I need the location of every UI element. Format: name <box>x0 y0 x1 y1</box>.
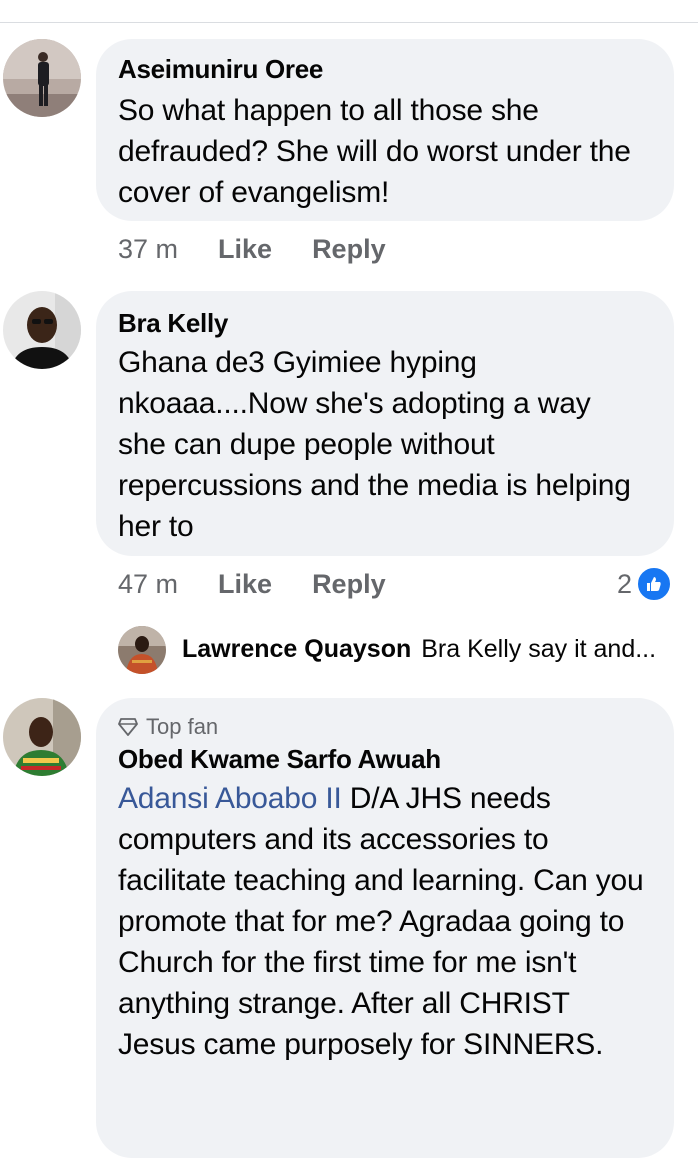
comment-bubble: Top fan Obed Kwame Sarfo Awuah Adansi Ab… <box>96 698 674 1158</box>
avatar-aseimuniru-oree[interactable] <box>3 39 81 117</box>
reply-text: Bra Kelly say it and... <box>421 635 657 663</box>
comment-author[interactable]: Bra Kelly <box>118 308 652 338</box>
top-fan-badge: Top fan <box>118 714 652 740</box>
reply-button[interactable]: Reply <box>312 569 386 600</box>
comment-time[interactable]: 47 m <box>118 569 178 600</box>
reaction-summary[interactable]: 2 <box>617 566 673 602</box>
comment-time[interactable]: 37 m <box>118 234 178 265</box>
comment-bubble: Aseimuniru Oree So what happen to all th… <box>96 39 674 221</box>
comment-text: Ghana de3 Gyimiee hyping nkoaaa....Now s… <box>118 346 631 543</box>
top-divider <box>0 22 698 23</box>
comment-body: D/A JHS needs computers and its accessor… <box>118 782 644 1061</box>
reply-preview[interactable]: Lawrence Quayson Bra Kelly say it and... <box>182 635 656 664</box>
comment-actions: 37 m Like Reply <box>118 234 426 265</box>
comment-bubble: Bra Kelly Ghana de3 Gyimiee hyping nkoaa… <box>96 291 674 556</box>
like-thumb-icon <box>636 566 673 602</box>
reaction-count: 2 <box>617 568 633 599</box>
reply-button[interactable]: Reply <box>312 234 386 265</box>
mention-link[interactable]: Adansi Aboabo II <box>118 782 342 815</box>
like-button[interactable]: Like <box>218 234 272 265</box>
comment-actions: 47 m Like Reply <box>118 569 426 600</box>
comment-text: So what happen to all those she defraude… <box>118 94 631 209</box>
top-fan-label: Top fan <box>146 714 219 739</box>
avatar-bra-kelly[interactable] <box>3 291 81 369</box>
reply-author[interactable]: Lawrence Quayson <box>182 635 411 664</box>
avatar-obed-kwame-sarfo-awuah[interactable] <box>3 698 81 776</box>
comment-author[interactable]: Aseimuniru Oree <box>118 54 652 84</box>
comment-author[interactable]: Obed Kwame Sarfo Awuah <box>118 744 652 774</box>
like-button[interactable]: Like <box>218 569 272 600</box>
avatar-lawrence-quayson[interactable] <box>118 626 166 674</box>
comment-text: Adansi Aboabo II D/A JHS needs computers… <box>118 778 648 1065</box>
diamond-icon <box>118 718 138 736</box>
